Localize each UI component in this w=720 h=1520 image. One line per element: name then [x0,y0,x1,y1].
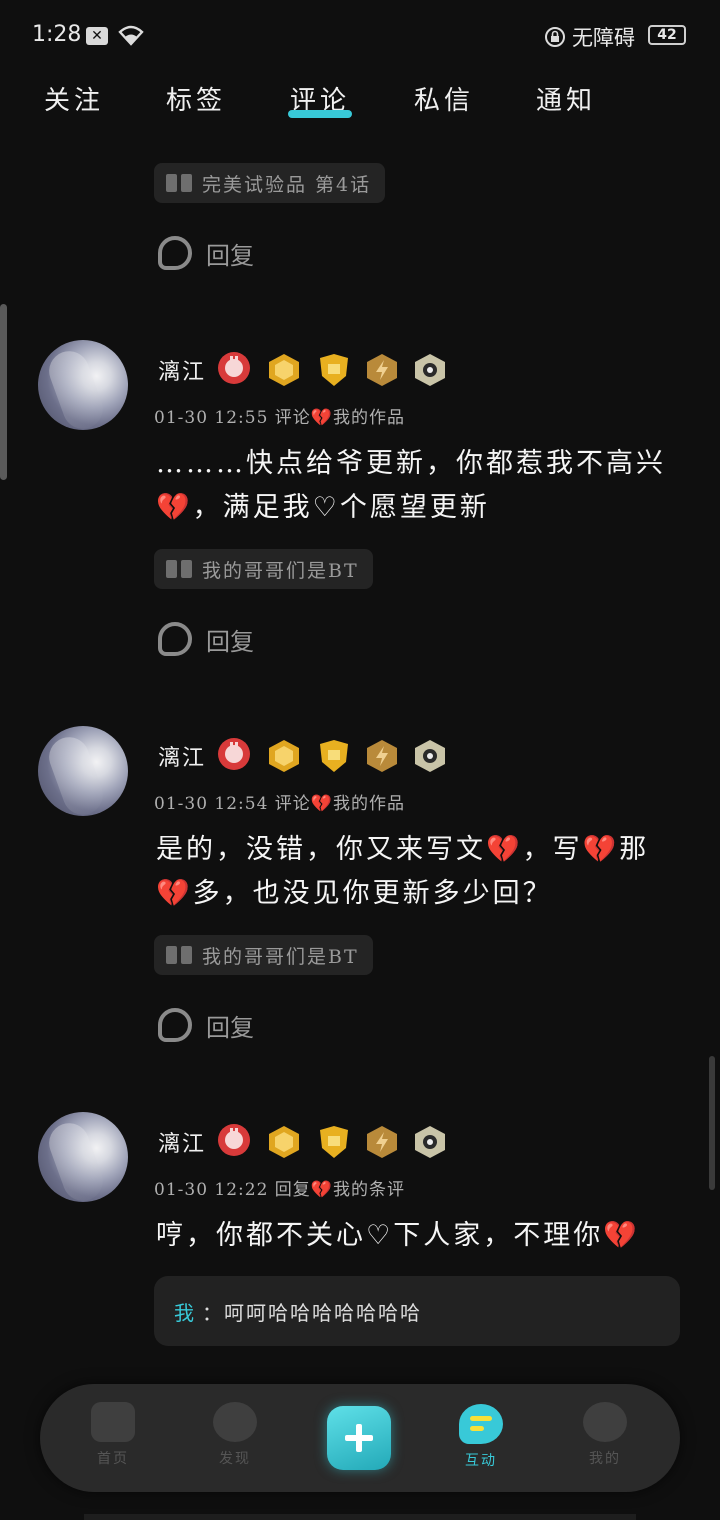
reply-button[interactable]: 回复 [158,1004,254,1046]
comment-meta: 01-30 12:55 评论💔我的作品 [154,408,405,428]
accessibility-label: 无障碍 [572,26,635,50]
nav-mine-label: 我的 [589,1451,621,1467]
discover-icon [213,1402,257,1442]
interact-icon [459,1404,503,1444]
tab-tags[interactable]: 标签 [166,80,226,117]
shield-badge-icon [320,740,348,772]
rabbit-badge-icon [218,738,250,770]
top-tab-bar: 关注 标签 评论 私信 通知 [0,72,720,132]
comment-meta: 01-30 12:54 评论💔我的作品 [154,794,405,814]
lightning-badge-icon [367,740,397,772]
nav-discover-label: 发现 [219,1451,251,1467]
eye-badge-icon [415,1126,445,1158]
tab-notifications[interactable]: 通知 [536,80,596,117]
status-time: 1:28 [32,22,82,47]
username[interactable]: 漓江 [158,1126,206,1158]
tab-follow[interactable]: 关注 [44,80,104,117]
lightning-badge-icon [367,354,397,386]
quoted-reply[interactable]: 我 ： 呵呵哈哈哈哈哈哈哈 [154,1276,680,1346]
work-tag[interactable]: 完美试验品 第4话 [154,163,386,203]
reply-button[interactable]: 回复 [158,618,254,660]
crown-badge-icon [269,1126,299,1158]
rabbit-badge-icon [218,1124,250,1156]
status-bar: 1:28 ✕ 无障碍 42 [0,0,720,72]
book-icon [166,174,192,192]
shield-badge-icon [320,354,348,386]
nav-home[interactable]: 首页 [68,1394,158,1482]
active-tab-indicator [288,110,352,118]
comment-text: 是的，没错，你又来写文💔，写💔那💔多，也没见你更新多少回？ [156,834,650,909]
work-tag[interactable]: 我的哥哥们是BT [154,935,373,975]
work-tag-label: 我的哥哥们是BT [202,945,359,968]
nav-home-label: 首页 [97,1451,129,1467]
wifi-icon [118,25,144,46]
crown-badge-icon [269,354,299,386]
username[interactable]: 漓江 [158,740,206,772]
work-tag-label: 我的哥哥们是BT [202,559,359,582]
notification-x-icon: ✕ [86,27,108,45]
accessibility-lock-icon [545,27,565,47]
reply-label: 回复 [206,1013,254,1042]
tab-messages[interactable]: 私信 [414,80,474,117]
battery-indicator: 42 [648,25,686,45]
scrollbar[interactable] [709,1056,715,1190]
crown-badge-icon [269,740,299,772]
bottom-nav: 首页 发现 互动 我的 [40,1384,680,1492]
avatar[interactable] [38,1112,128,1202]
quote-text: 呵呵哈哈哈哈哈哈哈 [224,1300,422,1325]
lightning-badge-icon [367,1126,397,1158]
reply-bubble-icon [158,1008,192,1042]
quote-author: 我 [174,1300,196,1325]
home-icon [91,1402,135,1442]
reply-bubble-icon [158,236,192,270]
add-button[interactable] [327,1406,391,1470]
username[interactable]: 漓江 [158,354,206,386]
nav-interact-label: 互动 [465,1453,497,1469]
reply-button[interactable]: 回复 [158,232,254,274]
comment-text: 哼，你都不关心♡下人家，不理你💔 [156,1220,640,1251]
reply-bubble-icon [158,622,192,656]
reply-label: 回复 [206,627,254,656]
nav-mine[interactable]: 我的 [560,1394,650,1482]
comment-text: ………快点给爷更新，你都惹我不高兴💔，满足我♡个愿望更新 [156,448,666,523]
nav-interact[interactable]: 互动 [436,1394,526,1482]
avatar[interactable] [38,340,128,430]
shield-badge-icon [320,1126,348,1158]
gesture-bar [84,1514,636,1520]
nav-discover[interactable]: 发现 [190,1394,280,1482]
rabbit-badge-icon [218,352,250,384]
comment-meta: 01-30 12:22 回复💔我的条评 [154,1180,405,1200]
quote-separator: ： [202,1300,224,1325]
avatar[interactable] [38,726,128,816]
work-tag[interactable]: 我的哥哥们是BT [154,549,373,589]
eye-badge-icon [415,740,445,772]
work-tag-label: 完美试验品 第4话 [202,173,372,196]
eye-badge-icon [415,354,445,386]
book-icon [166,560,192,578]
book-icon [166,946,192,964]
profile-icon [583,1402,627,1442]
left-edge-handle[interactable] [0,304,7,480]
reply-label: 回复 [206,241,254,270]
